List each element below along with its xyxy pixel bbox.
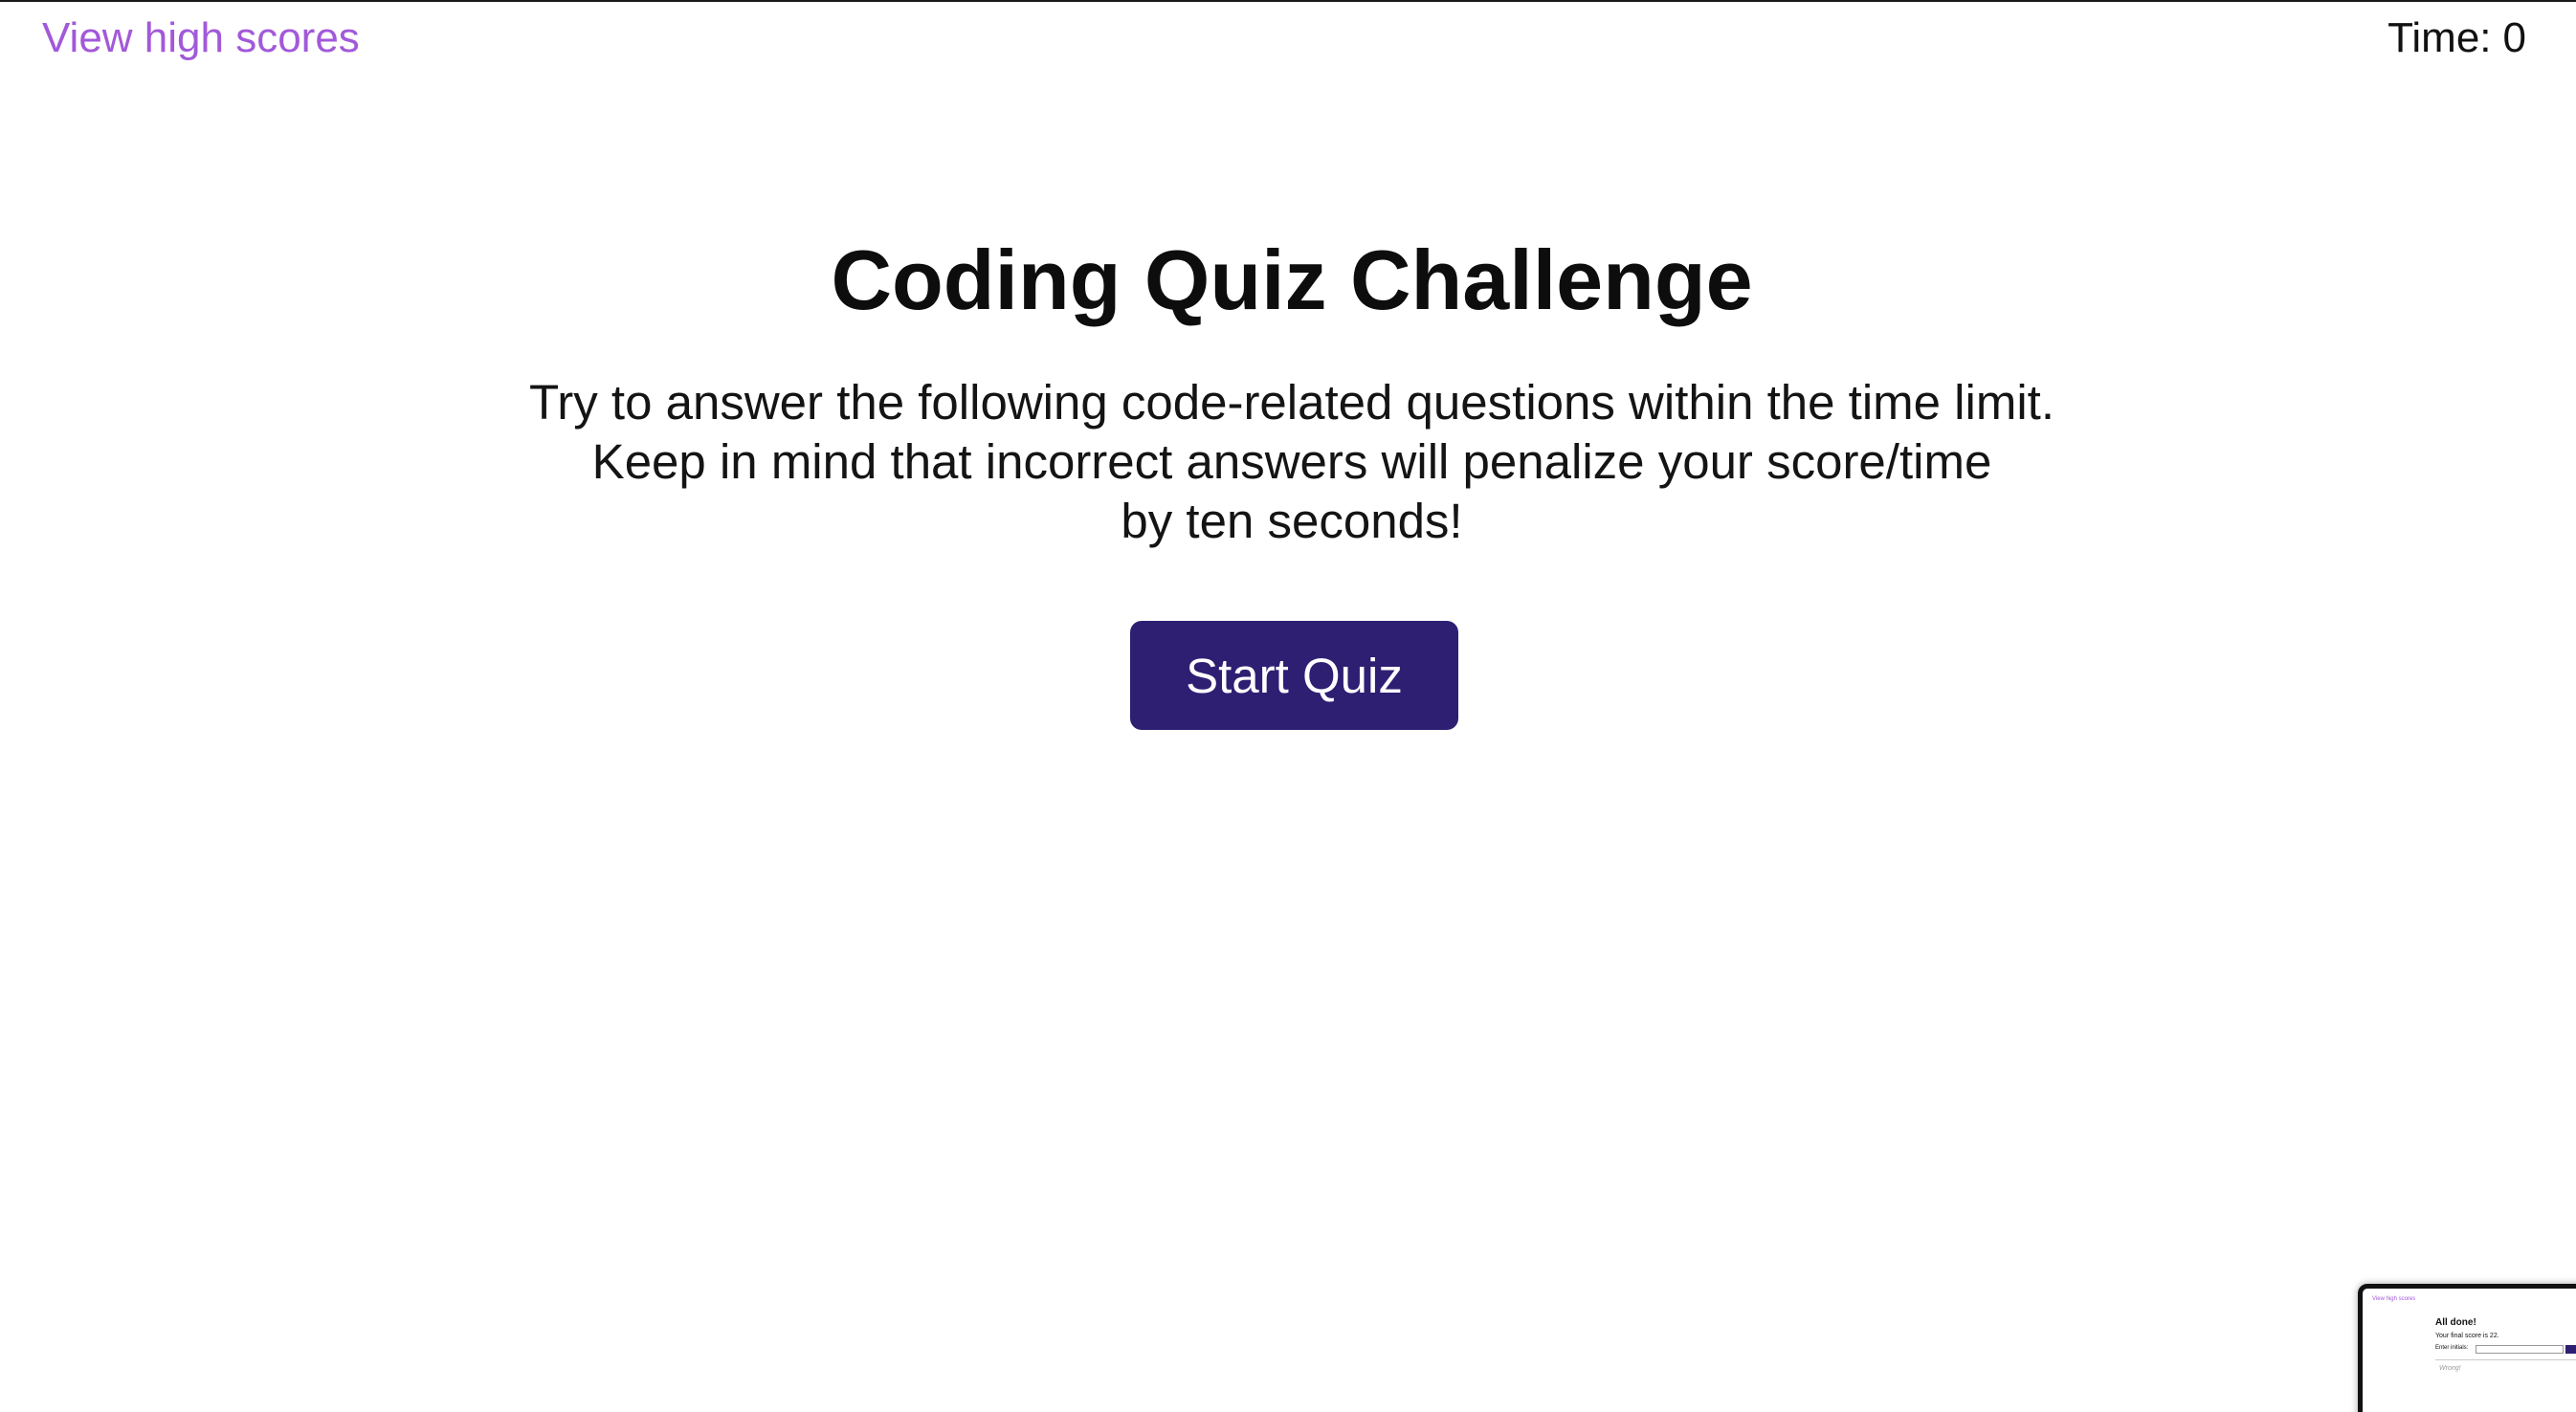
timer-label: Time: [2387,14,2492,61]
thumbnail-high-scores-link: View high scores [2372,1296,2416,1302]
start-quiz-button[interactable]: Start Quiz [1130,621,1458,730]
thumbnail-initials-label: Enter initials: [2435,1345,2469,1351]
intro-text: Try to answer the following code-related… [0,373,2576,551]
timer-value: 0 [2502,14,2526,61]
thumbnail-title: All done! [2435,1317,2476,1328]
thumbnail-feedback: Wrong! [2439,1365,2461,1372]
thumbnail-score-text: Your final score is 22. [2435,1333,2499,1339]
thumbnail-initials-input [2476,1345,2564,1354]
screenshot-thumbnail[interactable]: View high scores All done! Your final sc… [2358,1284,2576,1412]
intro-line: Try to answer the following code-related… [529,375,2054,430]
top-border [0,0,2576,2]
intro-line: by ten seconds! [1121,494,1463,548]
page-title: Coding Quiz Challenge [831,232,1753,327]
thumbnail-divider [2435,1359,2576,1360]
view-high-scores-link[interactable]: View high scores [42,10,360,67]
thumbnail-submit-button [2565,1345,2576,1354]
timer: Time: 0 [2387,10,2526,67]
intro-line: Keep in mind that incorrect answers will… [591,434,1992,489]
